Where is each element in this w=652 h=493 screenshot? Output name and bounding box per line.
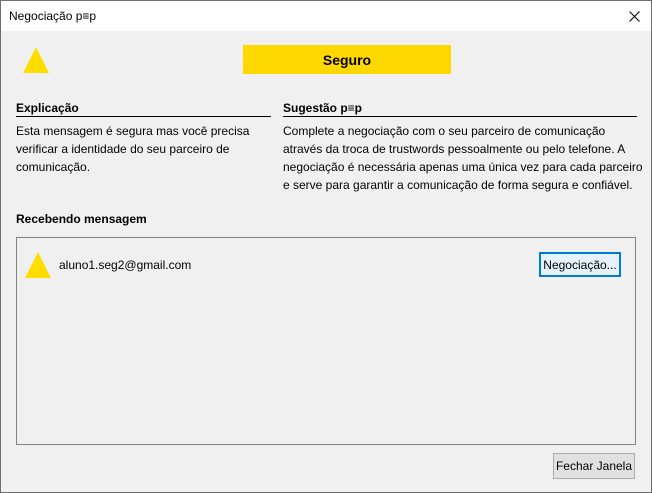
suggestion-text: Complete a negociação com o seu parceiro… — [283, 124, 643, 192]
privacy-rating-banner: Seguro — [243, 45, 451, 74]
title-bar: Negociação p≡p — [1, 1, 651, 31]
contacts-list: aluno1.seg2@gmail.com Negociação... — [16, 237, 636, 445]
explanation-heading: Explicação — [16, 101, 271, 117]
warning-triangle-icon — [25, 252, 51, 278]
handshake-dialog: Negociação p≡p Seguro Explicação Esta me… — [0, 0, 652, 493]
close-x-glyph — [628, 10, 640, 22]
warning-triangle-icon — [23, 47, 49, 73]
close-icon[interactable] — [617, 1, 651, 31]
close-window-button[interactable]: Fechar Janela — [553, 453, 635, 479]
explanation-text: Esta mensagem é segura mas você precisa … — [16, 124, 250, 174]
window-title: Negociação p≡p — [9, 9, 97, 23]
contact-email: aluno1.seg2@gmail.com — [59, 258, 192, 272]
handshake-button[interactable]: Negociação... — [539, 252, 621, 277]
suggestion-heading: Sugestão p≡p — [283, 101, 637, 117]
receiving-heading: Recebendo mensagem — [16, 212, 147, 226]
